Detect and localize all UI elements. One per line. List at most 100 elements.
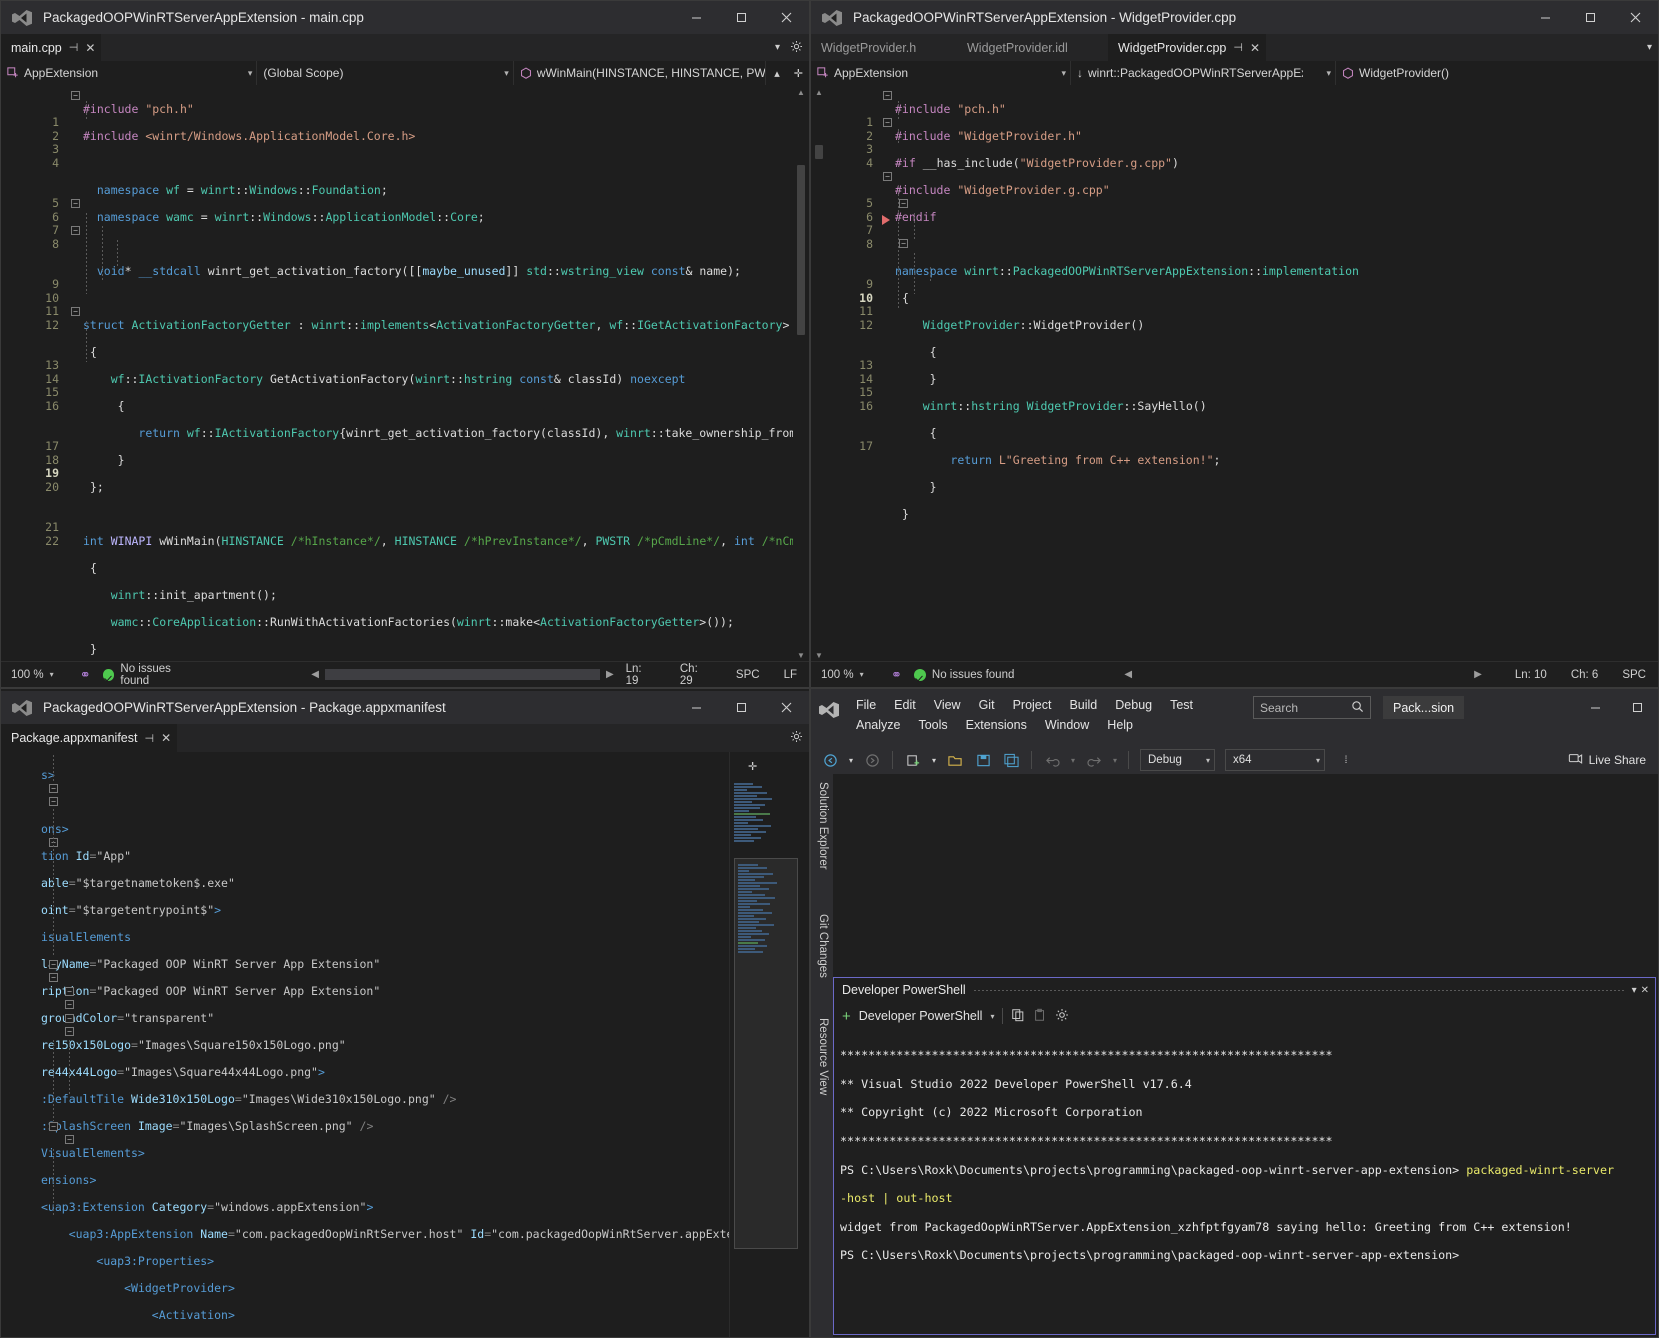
intellicode-icon[interactable]: ⚭ — [80, 667, 91, 683]
eol-mode[interactable]: LF — [772, 669, 809, 681]
titlebar-main-cpp[interactable]: PackagedOOPWinRTServerAppExtension - mai… — [1, 1, 809, 34]
tab-widgetprovider-cpp[interactable]: WidgetProvider.cpp ⊣ ✕ — [1108, 34, 1267, 61]
copy-icon[interactable] — [1011, 1008, 1025, 1025]
maximize-button[interactable] — [719, 1, 764, 34]
fold-toggle[interactable]: − — [71, 91, 80, 100]
close-icon[interactable]: ✕ — [1641, 985, 1649, 996]
chevron-down-icon[interactable]: ▾ — [1109, 748, 1121, 772]
build-configuration-selector[interactable]: Debug ▾ — [1140, 749, 1215, 771]
fold-toggle[interactable]: − — [49, 784, 58, 793]
tab-main-cpp[interactable]: main.cpp ⊣ ✕ — [1, 34, 102, 61]
minimap-drag-icon[interactable]: ✛ — [748, 760, 757, 773]
menu-git[interactable]: Git — [970, 695, 1004, 715]
menu-window[interactable]: Window — [1036, 715, 1098, 735]
gear-icon[interactable] — [790, 730, 803, 746]
fold-toggle[interactable]: − — [49, 797, 58, 806]
solution-name-badge[interactable]: Pack...sion — [1383, 696, 1465, 719]
fold-toggle[interactable]: − — [65, 1027, 74, 1036]
menu-tools[interactable]: Tools — [909, 715, 956, 735]
sidebar-item-resource-view[interactable]: Resource View — [811, 1010, 833, 1120]
intellicode-icon[interactable]: ⚭ — [891, 667, 902, 683]
scope-selector[interactable]: ↓ winrt::PackagedOOPWinRTServerAppExtens… — [1071, 61, 1336, 85]
fold-toggle[interactable]: − — [883, 172, 892, 181]
save-icon[interactable] — [970, 748, 996, 772]
chevron-down-icon[interactable]: ▾ — [1200, 756, 1210, 765]
terminal-output[interactable]: ****************************************… — [834, 1034, 1655, 1334]
chevron-down-icon[interactable]: ▾ — [1053, 68, 1066, 79]
close-icon[interactable]: ✕ — [1250, 41, 1260, 55]
minimize-button[interactable] — [1523, 1, 1568, 34]
chevron-down-icon[interactable]: ▾ — [1310, 756, 1320, 765]
fold-toggle[interactable]: − — [71, 226, 80, 235]
new-project-icon[interactable] — [900, 748, 926, 772]
code-editor-main-cpp[interactable]: 1234 5678 9 10 11 12 13 14 15 16 17 18 19 20 21 22… — [1, 85, 793, 662]
scroll-up-icon[interactable]: ▲ — [793, 85, 809, 99]
breakpoint-marker[interactable] — [882, 215, 890, 225]
pin-icon[interactable]: ⊣ — [69, 41, 79, 54]
toolbar-overflow-icon[interactable]: ⁞ — [1333, 748, 1359, 772]
scroll-up-icon[interactable]: ▲ — [811, 85, 827, 99]
menu-help[interactable]: Help — [1098, 715, 1142, 735]
scroll-down-icon[interactable]: ▼ — [793, 648, 809, 662]
member-selector[interactable]: wWinMain(HINSTANCE, HINSTANCE, PWSTR ▾ — [514, 61, 767, 85]
menu-edit[interactable]: Edit — [885, 695, 925, 715]
issue-status[interactable]: No issues found — [913, 668, 1014, 681]
paste-icon[interactable] — [1033, 1008, 1047, 1025]
gear-icon[interactable] — [1055, 1008, 1069, 1025]
close-icon[interactable]: ✕ — [161, 731, 171, 745]
open-file-icon[interactable] — [942, 748, 968, 772]
fold-toggle[interactable]: − — [65, 987, 74, 996]
hscroll-left-icon[interactable]: ◀ — [1124, 669, 1132, 680]
platform-selector[interactable]: x64 ▾ — [1225, 749, 1325, 771]
vertical-scrollbar[interactable]: ▲ ▼ — [811, 85, 827, 662]
navigate-forward-icon[interactable]: ✛ — [788, 61, 809, 85]
fold-toggle[interactable]: − — [71, 307, 80, 316]
fold-toggle[interactable]: − — [65, 1000, 74, 1009]
scope-selector[interactable]: (Global Scope) ▾ — [257, 61, 514, 85]
new-terminal-icon[interactable]: + — [842, 1008, 851, 1025]
redo-icon[interactable] — [1081, 748, 1107, 772]
vertical-scrollbar[interactable]: ▲ ▼ — [793, 85, 809, 662]
horizontal-scrollbar[interactable] — [1138, 669, 1469, 680]
code-minimap[interactable]: ✛ — [729, 752, 802, 1337]
menu-file[interactable]: File — [847, 695, 885, 715]
fold-toggle[interactable]: − — [899, 239, 908, 248]
minimize-button[interactable] — [674, 691, 719, 724]
chevron-down-icon[interactable]: ▾ — [845, 748, 857, 772]
panel-drag-handle[interactable] — [973, 989, 1624, 991]
close-icon[interactable]: ✕ — [85, 41, 95, 55]
indent-mode[interactable]: SPC — [1610, 669, 1658, 681]
chevron-down-icon[interactable]: ▾ — [860, 670, 864, 679]
close-button[interactable] — [764, 691, 809, 724]
zoom-selector[interactable]: 100 % ▾ — [811, 669, 891, 681]
tab-widgetprovider-idl[interactable]: WidgetProvider.idl — [957, 34, 1108, 61]
navigate-backward-icon[interactable]: ▴ — [766, 61, 787, 85]
minimize-button[interactable] — [1574, 692, 1616, 722]
chevron-down-icon[interactable]: ▾ — [928, 748, 940, 772]
sidebar-item-git-changes[interactable]: Git Changes — [811, 906, 833, 1006]
hscroll-right-icon[interactable]: ▶ — [1474, 669, 1482, 680]
maximize-button[interactable] — [1568, 1, 1613, 34]
live-share-button[interactable]: Live Share — [1568, 752, 1658, 769]
fold-toggle[interactable]: − — [899, 199, 908, 208]
chevron-down-icon[interactable]: ▾ — [1067, 748, 1079, 772]
chevron-down-icon[interactable]: ▾ — [1647, 42, 1652, 53]
chevron-down-icon[interactable]: ▾ — [1632, 985, 1637, 996]
chevron-down-icon[interactable]: ▾ — [50, 670, 54, 679]
titlebar-manifest[interactable]: PackagedOOPWinRTServerAppExtension - Pac… — [1, 691, 809, 724]
menu-project[interactable]: Project — [1004, 695, 1061, 715]
chevron-down-icon[interactable]: ▾ — [775, 42, 780, 53]
chevron-down-icon[interactable]: ▾ — [990, 1012, 994, 1021]
fold-toggle[interactable]: − — [49, 973, 58, 982]
titlebar-widgetprovider-cpp[interactable]: PackagedOOPWinRTServerAppExtension - Wid… — [811, 1, 1658, 34]
tab-widgetprovider-h[interactable]: WidgetProvider.h — [811, 34, 957, 61]
chevron-down-icon[interactable]: ▾ — [240, 68, 253, 79]
menu-extensions[interactable]: Extensions — [957, 715, 1036, 735]
project-selector[interactable]: AppExtension ▾ — [811, 61, 1071, 85]
fold-toggle[interactable]: − — [883, 118, 892, 127]
fold-toggle[interactable]: − — [65, 1135, 74, 1144]
menu-analyze[interactable]: Analyze — [847, 715, 909, 735]
terminal-panel-header[interactable]: Developer PowerShell ▾ ✕ — [834, 978, 1655, 1002]
menu-debug[interactable]: Debug — [1106, 695, 1161, 715]
close-button[interactable] — [764, 1, 809, 34]
